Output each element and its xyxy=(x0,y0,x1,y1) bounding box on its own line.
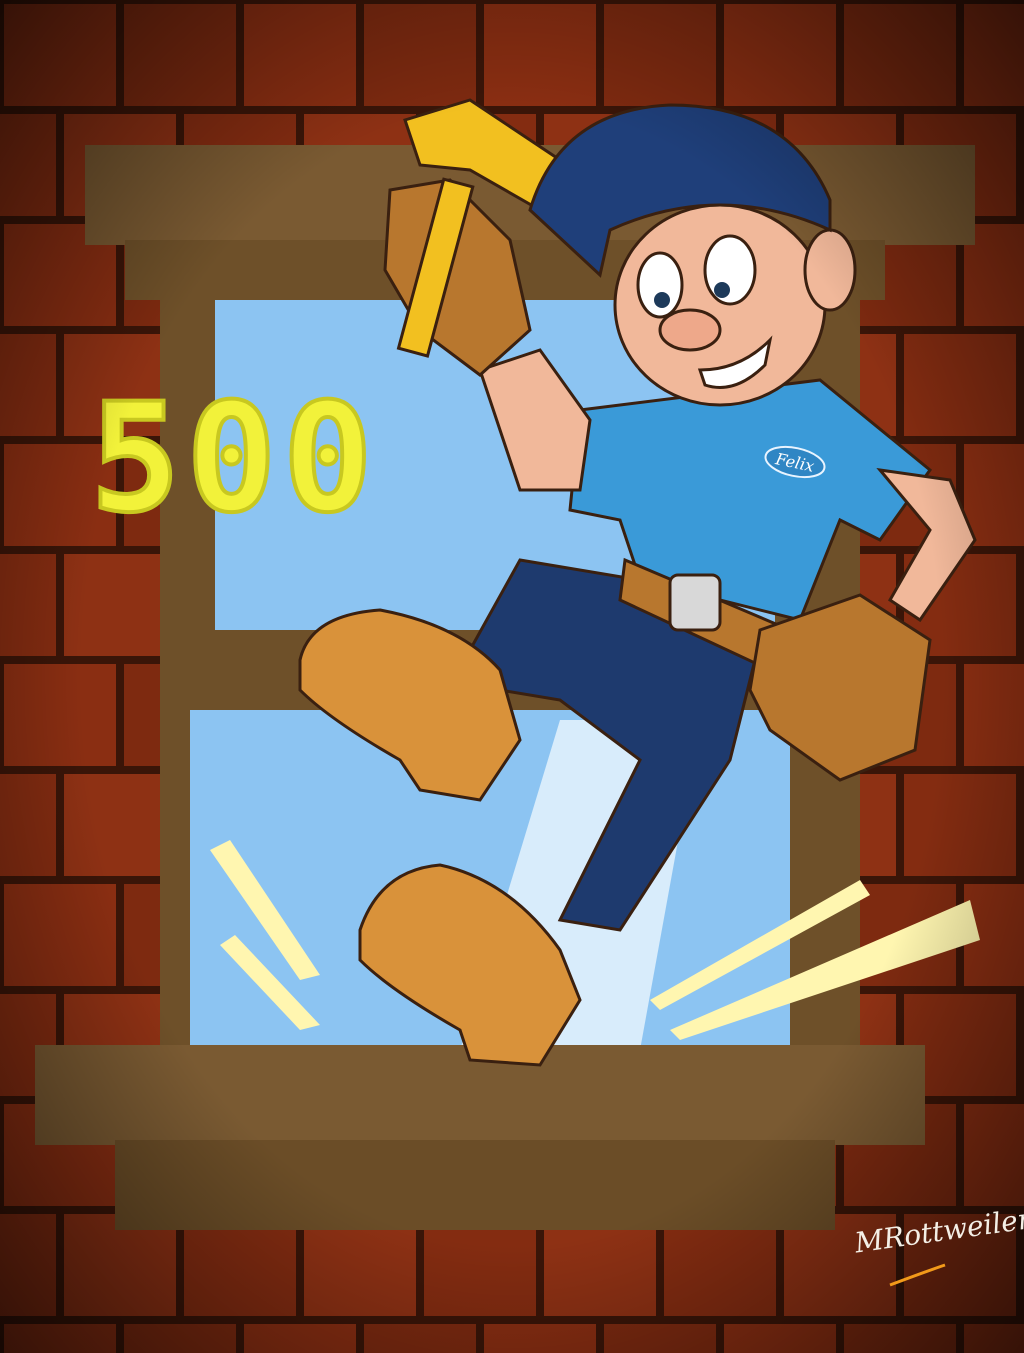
belt-buckle xyxy=(668,573,722,632)
eye-right xyxy=(703,234,757,306)
artwork-canvas: 500 Felix MRottweiler xyxy=(0,0,1024,1353)
ear xyxy=(803,228,857,312)
illustration: 500 Felix MRottweiler xyxy=(0,0,1024,1353)
nose xyxy=(658,308,722,352)
score-text: 500 xyxy=(90,372,379,546)
